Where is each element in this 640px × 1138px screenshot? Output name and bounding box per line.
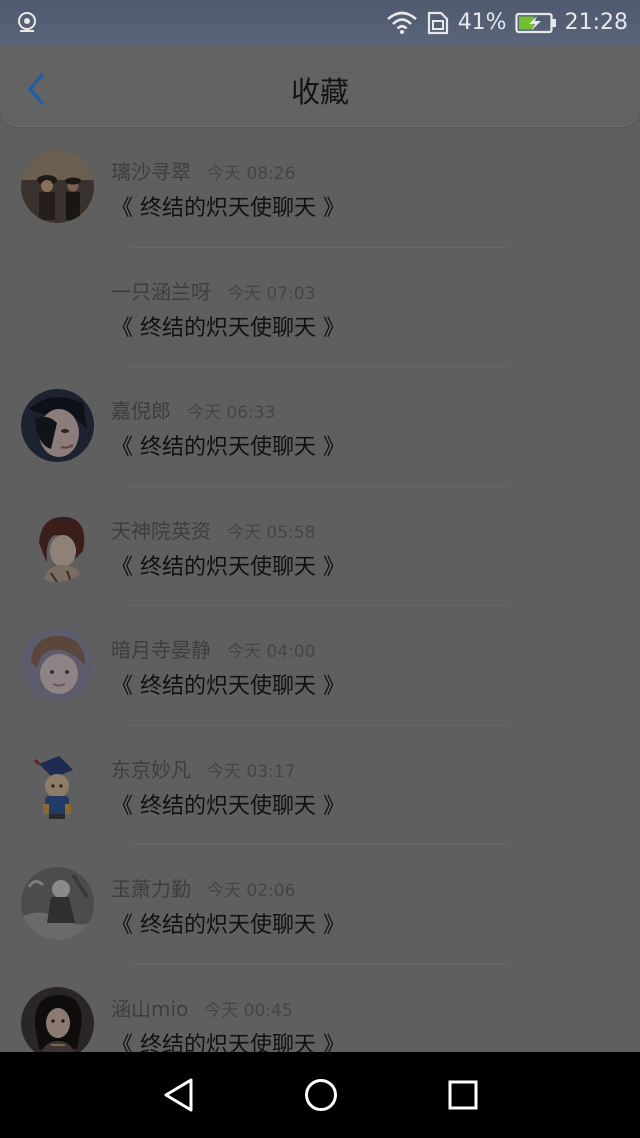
nav-recents-button[interactable] <box>438 1072 488 1118</box>
clock: 21:28 <box>564 10 628 35</box>
contact-name: 暗月寺晏静 <box>111 638 211 662</box>
avatar <box>21 628 94 701</box>
timestamp: 今天 06:33 <box>187 403 276 423</box>
timestamp: 今天 00:45 <box>204 1000 293 1021</box>
list-item[interactable]: 暗月寺晏静 今天 04:00 《 终结的炽天使聊天 》 <box>0 606 640 726</box>
recents-square-icon <box>448 1080 478 1110</box>
chevron-left-icon <box>28 73 44 105</box>
contact-name: 涵山mio <box>111 996 189 1021</box>
battery-percent: 41% <box>457 10 507 35</box>
sim-icon <box>426 11 450 35</box>
favorites-list: 璃沙寻翠 今天 08:26 《 终结的炽天使聊天 》 一只涵兰呀 今天 07:0… <box>0 128 640 1052</box>
timestamp: 今天 03:17 <box>207 761 296 782</box>
avatar <box>21 389 94 462</box>
contact-name: 一只涵兰呀 <box>111 279 211 304</box>
back-triangle-icon <box>164 1078 193 1112</box>
home-circle-icon <box>305 1079 337 1111</box>
avatar <box>21 508 94 582</box>
contact-name: 玉萧力勤 <box>111 877 191 901</box>
avatar <box>21 150 94 223</box>
message-preview: 《 终结的炽天使聊天 》 <box>111 554 345 580</box>
contact-name: 东京妙凡 <box>111 757 191 782</box>
notification-icon <box>16 11 38 33</box>
list-item[interactable]: 天神院英资 今天 05:58 《 终结的炽天使聊天 》 <box>0 487 640 606</box>
avatar <box>21 867 94 940</box>
app-header: 收藏 <box>0 45 640 127</box>
avatar <box>21 986 94 1052</box>
back-button[interactable] <box>14 67 58 111</box>
list-item[interactable]: 玉萧力勤 今天 02:06 《 终结的炽天使聊天 》 <box>0 845 640 965</box>
message-preview: 《 终结的炽天使聊天 》 <box>111 1032 345 1053</box>
list-item[interactable]: 涵山mio 今天 00:45 《 终结的炽天使聊天 》 <box>0 965 640 1053</box>
list-item[interactable]: 璃沙寻翠 今天 08:26 《 终结的炽天使聊天 》 <box>0 128 640 248</box>
contact-name: 璃沙寻翠 <box>111 160 191 184</box>
nav-home-button[interactable] <box>296 1072 346 1118</box>
navigation-bar <box>0 1052 640 1138</box>
contact-name: 嘉倪郎 <box>111 399 171 423</box>
contact-name: 天神院英资 <box>111 518 211 543</box>
list-item[interactable]: 嘉倪郎 今天 06:33 《 终结的炽天使聊天 》 <box>0 367 640 487</box>
list-item[interactable]: 一只涵兰呀 今天 07:03 《 终结的炽天使聊天 》 <box>0 248 640 367</box>
timestamp: 今天 02:06 <box>207 881 296 901</box>
message-preview: 《 终结的炽天使聊天 》 <box>111 674 345 699</box>
wifi-icon <box>386 11 418 35</box>
status-bar: 41% 21:28 <box>0 0 640 45</box>
message-preview: 《 终结的炽天使聊天 》 <box>111 913 345 938</box>
message-preview: 《 终结的炽天使聊天 》 <box>111 315 345 341</box>
timestamp: 今天 04:00 <box>227 642 316 662</box>
message-preview: 《 终结的炽天使聊天 》 <box>111 793 345 819</box>
timestamp: 今天 05:58 <box>227 522 316 543</box>
page-title: 收藏 <box>290 75 349 109</box>
timestamp: 今天 07:03 <box>227 283 316 304</box>
message-preview: 《 终结的炽天使聊天 》 <box>111 196 345 221</box>
message-preview: 《 终结的炽天使聊天 》 <box>111 435 345 460</box>
timestamp: 今天 08:26 <box>207 164 296 184</box>
nav-back-button[interactable] <box>154 1072 204 1118</box>
avatar <box>21 747 94 821</box>
battery-charging-icon <box>514 12 557 34</box>
list-item[interactable]: 东京妙凡 今天 03:17 《 终结的炽天使聊天 》 <box>0 726 640 845</box>
